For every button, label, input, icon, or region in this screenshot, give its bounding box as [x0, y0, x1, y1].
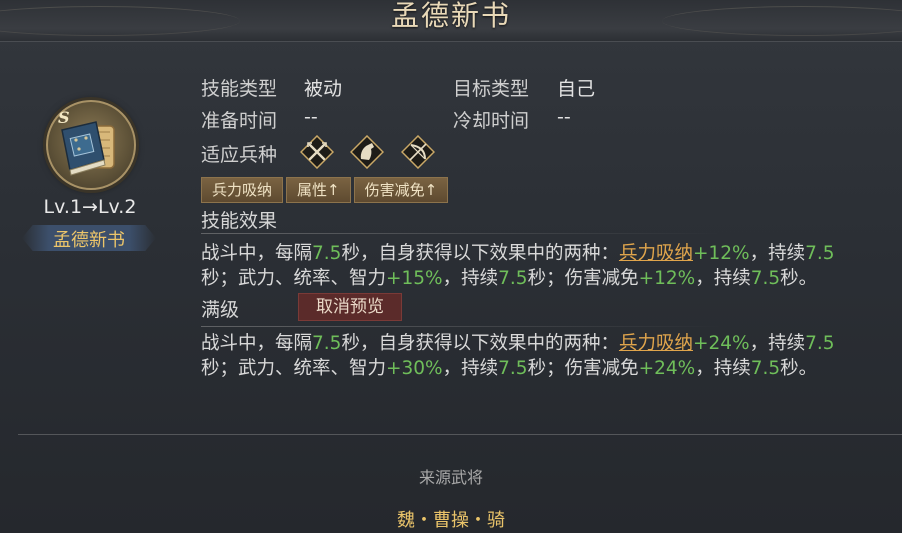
keyword-troop-absorb-link[interactable]: 兵力吸纳 [619, 333, 693, 354]
skill-type-label: 技能类型 [201, 78, 278, 100]
troop-type-label: 适应兵种 [201, 144, 278, 166]
tag-damage-reduction-up[interactable]: 伤害减免↑ [353, 177, 449, 203]
desc-number: +24% [638, 358, 696, 379]
desc-text: ，持续 [695, 358, 751, 379]
desc-text: ，持续 [442, 358, 499, 379]
desc-number: 7.5 [312, 333, 342, 354]
desc-number: +12% [692, 243, 750, 264]
desc-number: +15% [386, 268, 443, 289]
source-divider [18, 434, 902, 435]
desc-text: 秒。 [780, 268, 818, 289]
desc-text: 秒；武力、统率、智力 [201, 358, 387, 379]
desc-number: 7.5 [498, 358, 528, 379]
target-type-value: 自己 [557, 78, 596, 100]
desc-number: +30% [386, 358, 443, 379]
desc-number: 7.5 [805, 333, 835, 354]
grade-badge: S [58, 108, 70, 127]
effect-desc-line2: 秒；武力、统率、智力+15%，持续7.5秒；伤害减免+12%，持续7.5秒。 [201, 266, 891, 291]
cancel-preview-button[interactable]: 取消预览 [298, 293, 402, 321]
desc-text: ，持续 [442, 268, 499, 289]
skill-name: 孟德新书 [53, 230, 125, 251]
desc-text: 秒，自身获得以下效果中的两种： [341, 243, 619, 264]
desc-text: 战斗中，每隔 [201, 243, 313, 264]
max-desc-line1: 战斗中，每隔7.5秒，自身获得以下效果中的两种：兵力吸纳+24%，持续7.5 [201, 331, 891, 356]
desc-text: 秒；伤害减免 [527, 268, 639, 289]
desc-text: 秒；武力、统率、智力 [201, 268, 387, 289]
skill-detail-panel: 孟德新书 S Lv.1→Lv.2 孟德新书 技能类型 被动 目标类型 自己 准备… [0, 0, 902, 533]
desc-number: 7.5 [750, 358, 781, 379]
desc-text: 秒，自身获得以下效果中的两种： [341, 333, 619, 354]
spear-troop-icon[interactable] [300, 135, 334, 169]
desc-text: 秒；伤害减免 [527, 358, 639, 379]
desc-number: 7.5 [498, 268, 528, 289]
desc-number: 7.5 [750, 268, 781, 289]
skill-type-value: 被动 [304, 78, 343, 100]
desc-number: +24% [692, 333, 750, 354]
desc-text: ，持续 [695, 268, 751, 289]
desc-text: 战斗中，每隔 [201, 333, 313, 354]
prep-time-label: 准备时间 [201, 110, 278, 132]
source-general-value[interactable]: 魏・曹操・骑 [0, 506, 902, 532]
desc-number: 7.5 [312, 243, 342, 264]
desc-text: ，持续 [749, 243, 806, 264]
cooldown-value: -- [557, 106, 571, 128]
level-text: Lv.1→Lv.2 [43, 196, 137, 218]
max-desc-line2: 秒；武力、统率、智力+30%，持续7.5秒；伤害减免+24%，持续7.5秒。 [201, 356, 891, 381]
cavalry-troop-icon[interactable] [350, 135, 384, 169]
effect-title: 技能效果 [201, 210, 278, 232]
desc-number: +12% [638, 268, 696, 289]
target-type-label: 目标类型 [453, 78, 530, 100]
desc-text: 秒。 [780, 358, 818, 379]
keyword-troop-absorb-link[interactable]: 兵力吸纳 [619, 243, 693, 264]
cooldown-label: 冷却时间 [453, 110, 530, 132]
archer-troop-icon[interactable] [401, 135, 435, 169]
effect-desc-line1: 战斗中，每隔7.5秒，自身获得以下效果中的两种：兵力吸纳+12%，持续7.5 [201, 241, 891, 266]
desc-number: 7.5 [805, 243, 835, 264]
tag-attribute-up[interactable]: 属性↑ [286, 177, 351, 203]
source-general-label: 来源武将 [418, 468, 483, 487]
desc-text: ，持续 [749, 333, 806, 354]
effect-tags: 兵力吸纳 属性↑ 伤害减免↑ [201, 177, 449, 203]
max-level-divider [201, 326, 721, 327]
tag-troop-absorb[interactable]: 兵力吸纳 [201, 177, 284, 203]
max-level-title: 满级 [201, 299, 240, 321]
skill-icon-container[interactable]: S [46, 100, 136, 190]
page-title: 孟德新书 [390, 0, 511, 32]
effect-divider [201, 233, 721, 234]
prep-time-value: -- [304, 106, 318, 128]
